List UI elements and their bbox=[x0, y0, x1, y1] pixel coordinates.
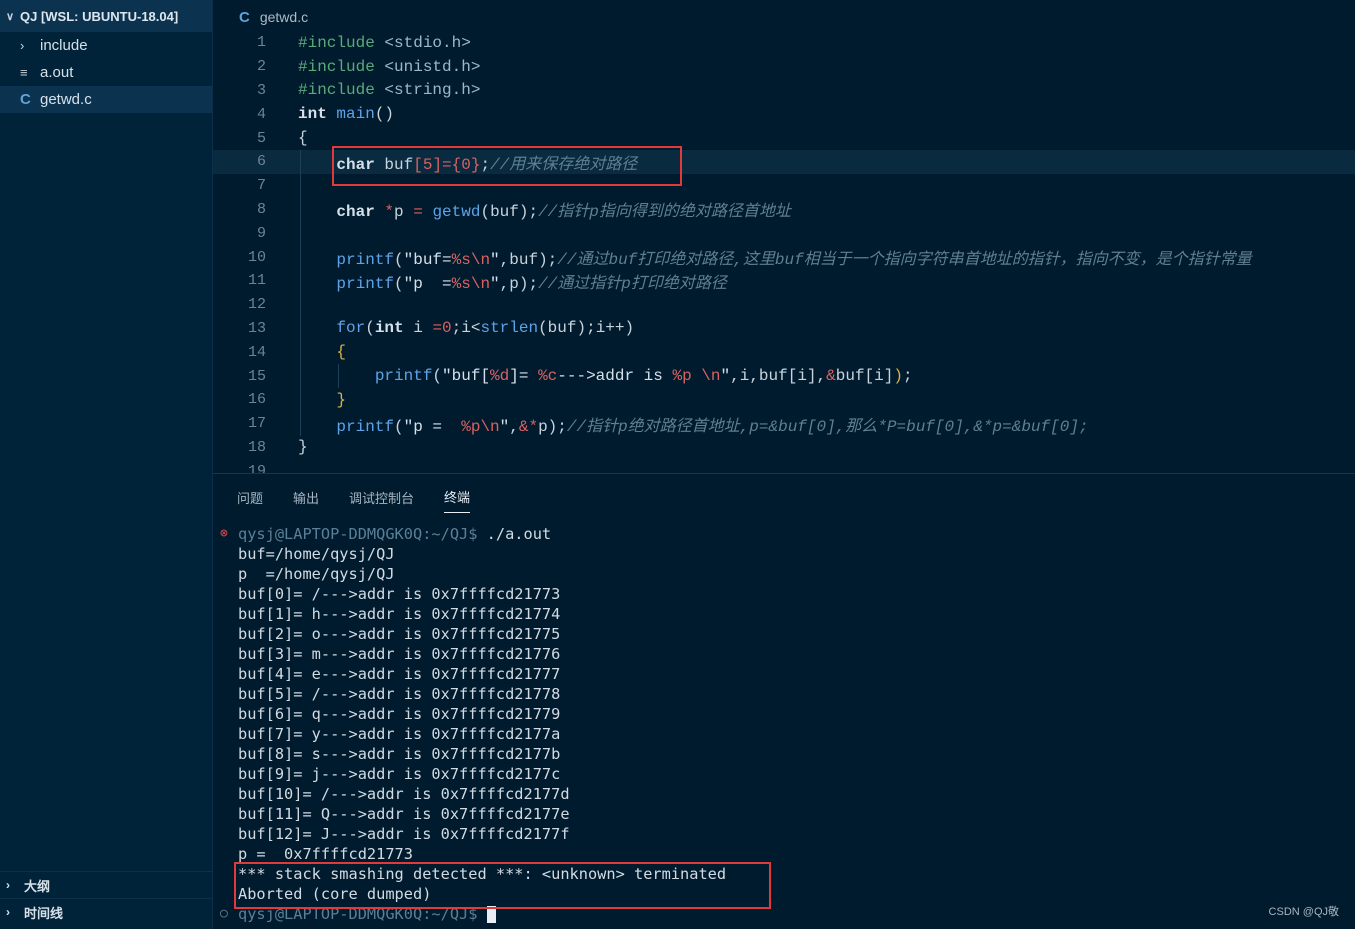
file-lines-icon: ≡ bbox=[20, 65, 28, 80]
line-number: 7 bbox=[256, 177, 266, 195]
line-number: 2 bbox=[256, 58, 266, 76]
timeline-label: 时间线 bbox=[24, 905, 64, 921]
code-line: 9 bbox=[213, 221, 1355, 246]
code-line: 18} bbox=[213, 436, 1355, 460]
terminal-line: buf[3]= m--->addr is 0x7ffffcd21776 bbox=[238, 645, 561, 663]
code-line: 3 #include <string.h> bbox=[213, 79, 1355, 103]
sidebar-item-include[interactable]: › include bbox=[0, 32, 212, 59]
line-number: 4 bbox=[256, 105, 266, 123]
highlight-box-buf-declaration bbox=[332, 146, 682, 186]
line-number: 3 bbox=[256, 81, 266, 99]
chevron-right-icon: › bbox=[20, 38, 25, 53]
code-line: 19 bbox=[213, 459, 1355, 473]
terminal-line: buf[5]= /--->addr is 0x7ffffcd21778 bbox=[238, 685, 561, 703]
line-number: 17 bbox=[247, 415, 266, 433]
code-editor[interactable]: C getwd.c 1 #include <stdio.h> 2 #include … bbox=[213, 0, 1355, 473]
terminal-line: buf[11]= Q--->addr is 0x7ffffcd2177e bbox=[238, 805, 570, 823]
terminal-command: ./a.out bbox=[477, 525, 552, 543]
editor-tab[interactable]: C getwd.c bbox=[213, 0, 1355, 34]
line-number: 15 bbox=[247, 367, 266, 385]
line-number: 9 bbox=[256, 224, 266, 242]
tab-terminal[interactable]: 终端 bbox=[444, 479, 471, 513]
workspace-title: QJ [WSL: UBUNTU-18.04] bbox=[20, 8, 179, 24]
outline-label: 大纲 bbox=[24, 878, 51, 894]
terminal-prompt: qysj@LAPTOP-DDMQGK0Q:~/QJ$ bbox=[238, 525, 478, 543]
terminal-line: buf[2]= o--->addr is 0x7ffffcd21775 bbox=[238, 625, 561, 643]
error-circle-icon: ⊗ bbox=[220, 526, 228, 541]
terminal-line: buf[6]= q--->addr is 0x7ffffcd21779 bbox=[238, 705, 561, 723]
panel-tabs: 问题 输出 调试控制台 终端 bbox=[213, 474, 1355, 518]
code-line: 12 bbox=[213, 292, 1355, 317]
sidebar-item-label: include bbox=[40, 37, 88, 54]
terminal-line: buf[12]= J--->addr is 0x7ffffcd2177f bbox=[238, 825, 570, 843]
circle-icon: ○ bbox=[220, 906, 228, 921]
terminal-line: buf=/home/qysj/QJ bbox=[238, 545, 395, 563]
sidebar-item-a-out[interactable]: ≡ a.out bbox=[0, 59, 212, 86]
code-line: 17 printf("p = %p\n",&*p);//指针p绝对路径首地址,p… bbox=[213, 411, 1355, 436]
code-line: 10 printf("buf=%s\n",buf);//通过buf打印绝对路径,… bbox=[213, 245, 1355, 269]
line-number: 10 bbox=[247, 248, 266, 266]
line-number: 5 bbox=[256, 129, 266, 147]
line-number: 8 bbox=[256, 200, 266, 218]
code-line: 14 { bbox=[213, 340, 1355, 365]
line-number: 13 bbox=[247, 319, 266, 337]
code-line: 15 printf("buf[%d]= %c--->addr is %p \n"… bbox=[213, 364, 1355, 388]
tab-debug-console[interactable]: 调试控制台 bbox=[349, 480, 414, 513]
sidebar-item-label: a.out bbox=[40, 64, 74, 81]
terminal-line: buf[10]= /--->addr is 0x7ffffcd2177d bbox=[238, 785, 570, 803]
highlight-box-stack-smashing bbox=[234, 862, 771, 909]
tab-output[interactable]: 输出 bbox=[293, 480, 319, 513]
line-number: 1 bbox=[256, 34, 266, 52]
code-line: 8 char *p = getwd(buf);//指针p指向得到的绝对路径首地址 bbox=[213, 197, 1355, 221]
code-line: 1 #include <stdio.h> bbox=[213, 31, 1355, 55]
line-number: 16 bbox=[247, 391, 266, 409]
code-line: 4 int main() bbox=[213, 102, 1355, 126]
line-number: 6 bbox=[256, 153, 266, 171]
terminal-line: buf[9]= j--->addr is 0x7ffffcd2177c bbox=[238, 765, 561, 783]
code-lines: 1 #include <stdio.h> 2 #include <unistd.h>… bbox=[213, 31, 1355, 473]
c-file-icon: C bbox=[20, 91, 31, 108]
tab-problems[interactable]: 问题 bbox=[237, 480, 263, 513]
terminal-line: buf[0]= /--->addr is 0x7ffffcd21773 bbox=[238, 585, 561, 603]
workspace-header[interactable]: ∨ QJ [WSL: UBUNTU-18.04] bbox=[0, 0, 212, 32]
chevron-right-icon: › bbox=[6, 878, 10, 892]
sidebar-item-getwd-c[interactable]: C getwd.c bbox=[0, 86, 212, 113]
terminal-line: buf[1]= h--->addr is 0x7ffffcd21774 bbox=[238, 605, 561, 623]
terminal-command-line: ⊗ qysj@LAPTOP-DDMQGK0Q:~/QJ$ ./a.out bbox=[213, 524, 1355, 544]
chevron-right-icon: › bbox=[6, 905, 10, 919]
explorer-sidebar: ∨ QJ [WSL: UBUNTU-18.04] › include ≡ a.o… bbox=[0, 0, 213, 929]
line-number: 14 bbox=[247, 343, 266, 361]
line-number: 18 bbox=[247, 438, 266, 456]
terminal-line: buf[4]= e--->addr is 0x7ffffcd21777 bbox=[238, 665, 561, 683]
code-line: 2 #include <unistd.h> bbox=[213, 55, 1355, 79]
code-line: 16 } bbox=[213, 387, 1355, 412]
watermark: CSDN @QJ敬 bbox=[1268, 906, 1339, 918]
code-line: 11 printf("p =%s\n",p);//通过指针p打印绝对路径 bbox=[213, 268, 1355, 293]
line-number: 19 bbox=[247, 462, 266, 473]
code-line: 13 for(int i =0;i<strlen(buf);i++) bbox=[213, 316, 1355, 341]
terminal-line: p = 0x7ffffcd21773 bbox=[238, 845, 413, 863]
timeline-section[interactable]: › 时间线 bbox=[0, 898, 212, 925]
terminal-line: buf[7]= y--->addr is 0x7ffffcd2177a bbox=[238, 725, 561, 743]
bottom-panel: 问题 输出 调试控制台 终端 ⊗ qysj@LAPTOP-DDMQGK0Q:~/Q… bbox=[213, 473, 1355, 929]
line-number: 11 bbox=[247, 272, 266, 290]
c-file-icon: C bbox=[239, 8, 250, 26]
outline-section[interactable]: › 大纲 bbox=[0, 871, 212, 898]
line-number: 12 bbox=[247, 296, 266, 314]
chevron-down-icon: ∨ bbox=[6, 10, 15, 23]
sidebar-item-label: getwd.c bbox=[40, 91, 92, 108]
terminal-line: buf[8]= s--->addr is 0x7ffffcd2177b bbox=[238, 745, 561, 763]
editor-tab-title: getwd.c bbox=[259, 9, 309, 25]
terminal-line: p =/home/qysj/QJ bbox=[238, 565, 395, 583]
